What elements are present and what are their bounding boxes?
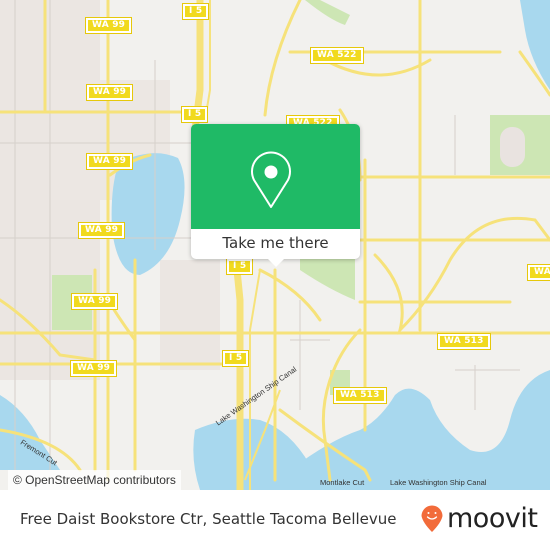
moovit-pin-icon: [421, 505, 443, 532]
route-shield-wa522: WA 522: [310, 47, 364, 64]
route-shield-wa99: WA 99: [84, 17, 133, 34]
map-pin-icon: [251, 151, 291, 208]
place-name: Free Daist Bookstore Ctr, Seattle Tacoma…: [20, 510, 397, 528]
route-shield-wa513: WA 513: [333, 387, 387, 404]
route-shield-i5: I 5: [221, 350, 250, 367]
destination-popup[interactable]: Take me there: [191, 124, 360, 267]
green-lake: [111, 153, 185, 275]
route-shield-wa99: WA 99: [85, 84, 134, 101]
popup-pointer: [268, 259, 284, 267]
water-label-ship-canal-east: Lake Washington Ship Canal: [390, 478, 487, 487]
route-shield-i5: I 5: [181, 3, 210, 20]
popup-header: [191, 124, 360, 229]
moovit-wordmark: moovit: [447, 502, 538, 534]
map[interactable]: WA 99 WA 99 WA 99 WA 99 WA 99 WA 99 I 5 …: [0, 0, 550, 490]
route-shield-wa99: WA 99: [70, 293, 119, 310]
water-label-montlake-cut: Montlake Cut: [320, 478, 365, 487]
route-shield-i5: I 5: [180, 106, 209, 123]
route-shield-wa99: WA 99: [85, 153, 134, 170]
route-shield-i5: I 5: [225, 258, 254, 275]
route-shield-wa99: WA 99: [69, 360, 118, 377]
osm-attribution[interactable]: © OpenStreetMap contributors: [8, 470, 181, 490]
moovit-logo[interactable]: moovit: [420, 500, 538, 536]
take-me-there-button[interactable]: Take me there: [191, 229, 360, 259]
route-shield-wa513: WA 513: [527, 264, 550, 281]
route-shield-wa513: WA 513: [437, 333, 491, 350]
route-shield-wa99: WA 99: [77, 222, 126, 239]
footer: Free Daist Bookstore Ctr, Seattle Tacoma…: [0, 490, 550, 550]
